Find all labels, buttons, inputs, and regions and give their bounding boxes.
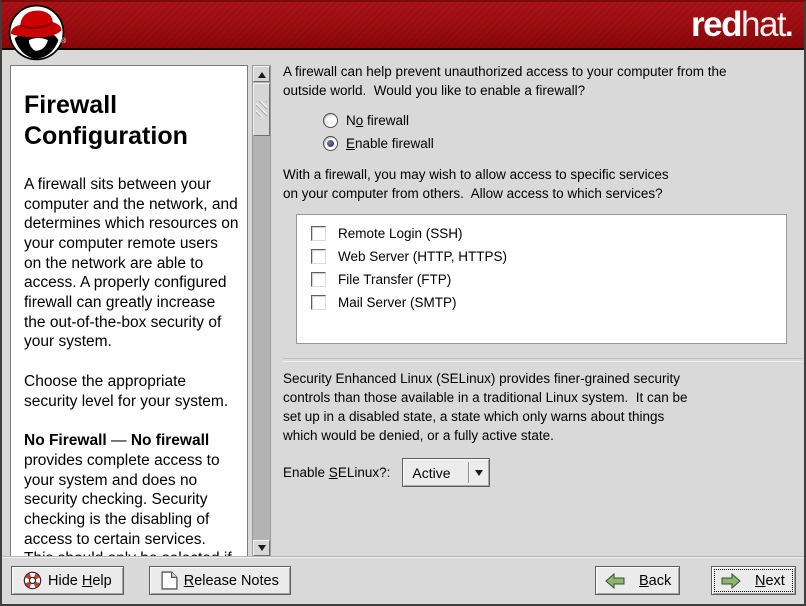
- arrow-left-icon: [605, 573, 625, 589]
- radio-button-icon[interactable]: [323, 113, 338, 128]
- firewall-radio-group: No firewall Enable firewall: [323, 109, 802, 155]
- radio-no-firewall[interactable]: No firewall: [323, 109, 802, 132]
- arrow-down-icon[interactable]: [253, 540, 270, 556]
- button-bar: Hide Help Release Notes Bac: [2, 556, 804, 604]
- checkbox-icon[interactable]: [311, 249, 326, 264]
- selinux-label: Enable SELinux?:: [283, 465, 390, 480]
- help-paragraph-2: Choose the appropriate security level fo…: [24, 372, 239, 411]
- checkbox-icon[interactable]: [311, 272, 326, 287]
- help-paragraph-1: A firewall sits between your computer an…: [24, 175, 239, 352]
- installer-window: ® redhat. Firewall Configuration A firew…: [0, 0, 806, 606]
- wordmark-dot: .: [785, 10, 792, 43]
- selinux-description: Security Enhanced Linux (SELinux) provid…: [283, 369, 802, 445]
- radio-enable-firewall[interactable]: Enable firewall: [323, 132, 802, 155]
- selinux-dropdown[interactable]: Active: [402, 458, 490, 487]
- radio-button-selected-icon[interactable]: [323, 136, 338, 151]
- checkbox-icon[interactable]: [311, 295, 326, 310]
- firewall-intro-line1: A firewall can help prevent unauthorized…: [283, 62, 802, 81]
- radio-enable-firewall-label: Enable firewall: [346, 136, 434, 151]
- services-list: Remote Login (SSH) Web Server (HTTP, HTT…: [296, 214, 787, 344]
- lifebuoy-icon: [23, 571, 42, 590]
- arrow-right-icon: [721, 573, 741, 589]
- registered-mark-icon: ®: [61, 38, 66, 45]
- firewall-intro-line2: outside world. Would you like to enable …: [283, 81, 802, 100]
- back-label: Back: [639, 573, 671, 589]
- next-button[interactable]: Next: [711, 566, 796, 595]
- service-row-smtp[interactable]: Mail Server (SMTP): [311, 291, 786, 314]
- back-button[interactable]: Back: [595, 566, 680, 595]
- redhat-wordmark: redhat.: [691, 5, 792, 47]
- help-scrollbar[interactable]: [252, 65, 271, 557]
- selinux-dropdown-value: Active: [403, 465, 468, 481]
- release-notes-label: Release Notes: [184, 573, 279, 589]
- service-row-http[interactable]: Web Server (HTTP, HTTPS): [311, 245, 786, 268]
- next-label: Next: [755, 573, 785, 589]
- help-title: Firewall Configuration: [24, 90, 239, 151]
- hide-help-label: Hide Help: [48, 573, 112, 589]
- firewall-config-panel: A firewall can help prevent unauthorized…: [283, 62, 802, 487]
- wordmark-hat: hat: [741, 5, 785, 44]
- service-row-ftp[interactable]: File Transfer (FTP): [311, 268, 786, 291]
- section-separator: [283, 358, 802, 362]
- services-question: With a firewall, you may wish to allow a…: [283, 165, 802, 203]
- selinux-setting-row: Enable SELinux?: Active: [283, 458, 802, 487]
- chevron-down-icon: [469, 465, 489, 480]
- hide-help-button[interactable]: Hide Help: [11, 566, 124, 595]
- header-banner: [2, 2, 804, 50]
- header-texture: [2, 2, 804, 48]
- redhat-shadowman-icon: [8, 4, 65, 61]
- release-notes-button[interactable]: Release Notes: [149, 566, 291, 595]
- wordmark-red: red: [691, 5, 741, 44]
- arrow-up-icon[interactable]: [253, 66, 270, 82]
- service-row-ssh[interactable]: Remote Login (SSH): [311, 222, 786, 245]
- document-icon: [161, 571, 178, 590]
- help-paragraph-3: No Firewall — No firewall provides compl…: [24, 431, 239, 557]
- help-panel: Firewall Configuration A firewall sits b…: [10, 65, 248, 557]
- scrollbar-thumb[interactable]: [253, 83, 270, 136]
- checkbox-icon[interactable]: [311, 226, 326, 241]
- radio-no-firewall-label: No firewall: [346, 113, 409, 128]
